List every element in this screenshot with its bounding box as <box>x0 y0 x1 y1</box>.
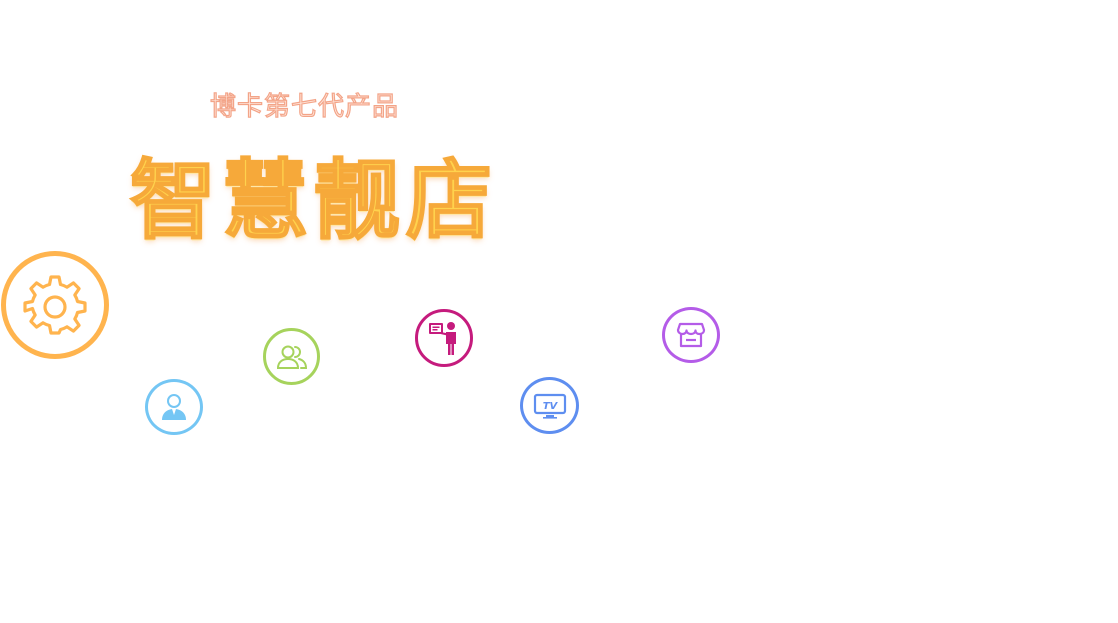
tv-icon: TV <box>533 393 566 419</box>
user-avatar-icon <box>162 394 186 420</box>
product-title: 智慧靓店 <box>129 150 498 252</box>
user-group-button[interactable] <box>263 328 320 385</box>
store-button[interactable] <box>662 307 720 363</box>
gear-icon <box>23 275 87 335</box>
presenter-button[interactable] <box>415 309 473 367</box>
presenter-icon <box>429 322 456 355</box>
product-generation-subtitle: 博卡第七代产品 <box>209 91 400 122</box>
tv-button[interactable]: TV <box>520 377 579 434</box>
user-group-icon <box>276 345 307 369</box>
store-icon <box>676 322 706 348</box>
user-profile-button[interactable] <box>145 379 203 435</box>
tv-icon-label: TV <box>542 401 558 412</box>
settings-button[interactable] <box>1 251 109 359</box>
